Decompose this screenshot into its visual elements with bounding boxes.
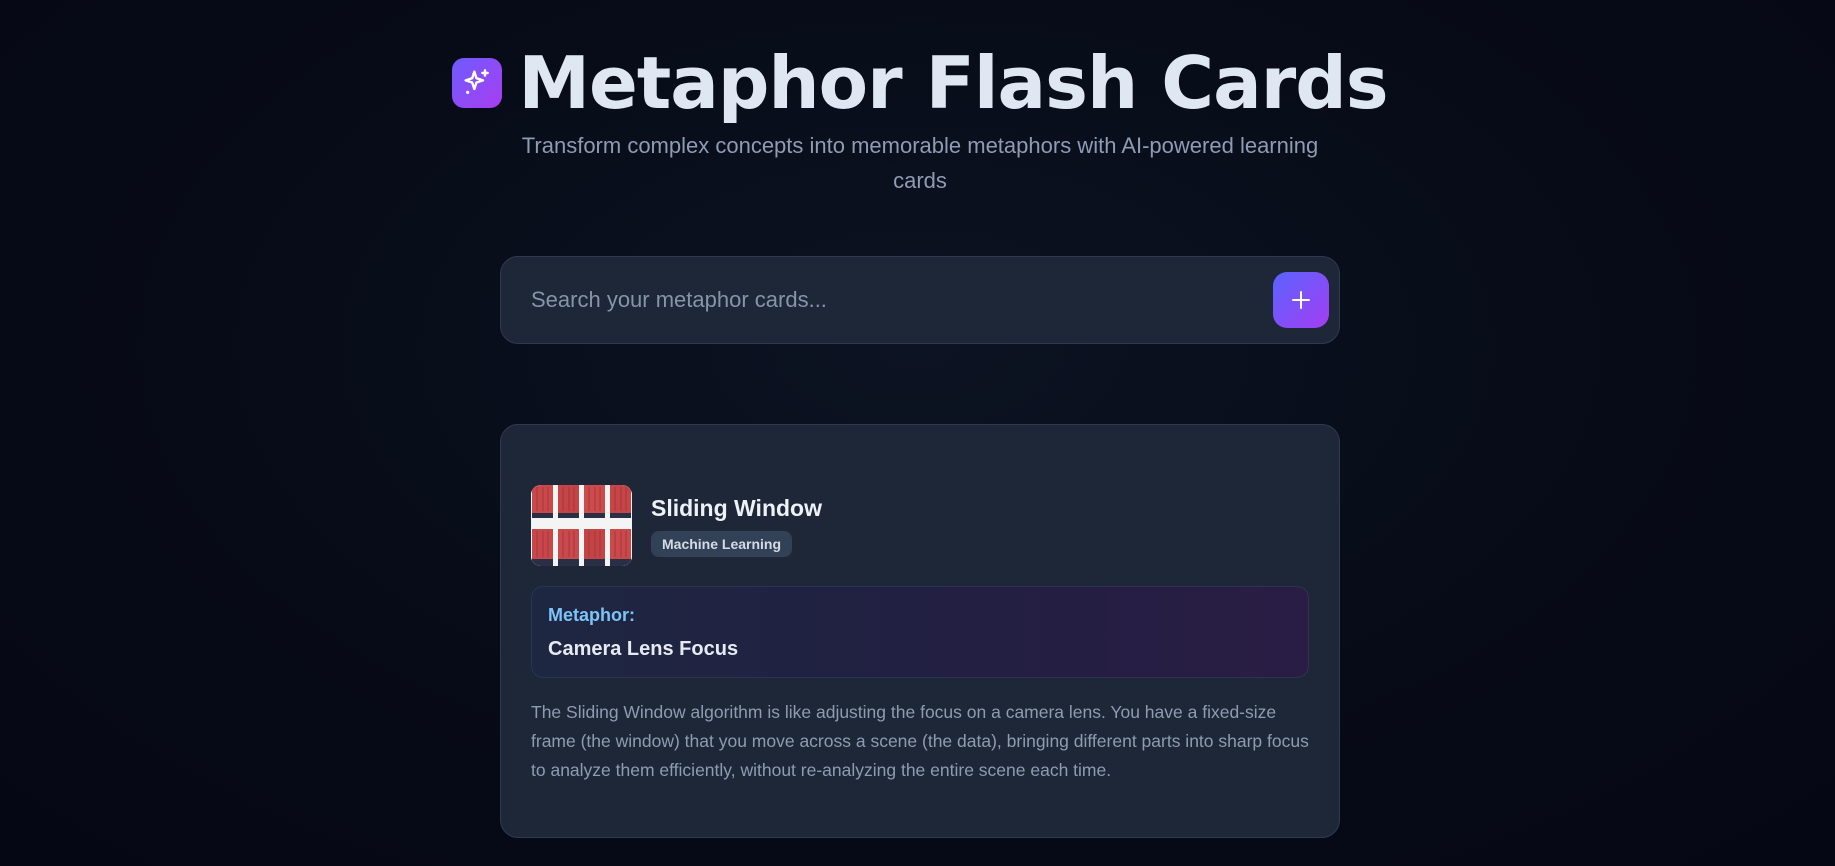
sparkles-icon [452,58,503,108]
card-header: Sliding Window Machine Learning [531,485,1309,566]
card-thumbnail [531,485,632,566]
main-container: Metaphor Flash Cards Transform complex c… [452,0,1389,838]
add-card-button[interactable] [1273,272,1329,328]
page-subtitle: Transform complex concepts into memorabl… [521,133,1319,193]
flash-card[interactable]: Sliding Window Machine Learning Metaphor… [500,424,1340,838]
page-header: Metaphor Flash Cards [452,42,1389,124]
plus-icon [1292,291,1310,309]
metaphor-label: Metaphor: [548,605,635,625]
card-title: Sliding Window [651,494,822,521]
card-heading-group: Sliding Window Machine Learning [651,495,822,557]
metaphor-box: Metaphor: Camera Lens Focus [531,586,1309,678]
search-bar [500,256,1340,344]
metaphor-text: Camera Lens Focus [548,638,739,660]
category-tag: Machine Learning [651,530,793,557]
card-description: The Sliding Window algorithm is like adj… [531,702,1309,780]
search-input[interactable] [531,287,1273,313]
page-title: Metaphor Flash Cards [518,41,1388,125]
